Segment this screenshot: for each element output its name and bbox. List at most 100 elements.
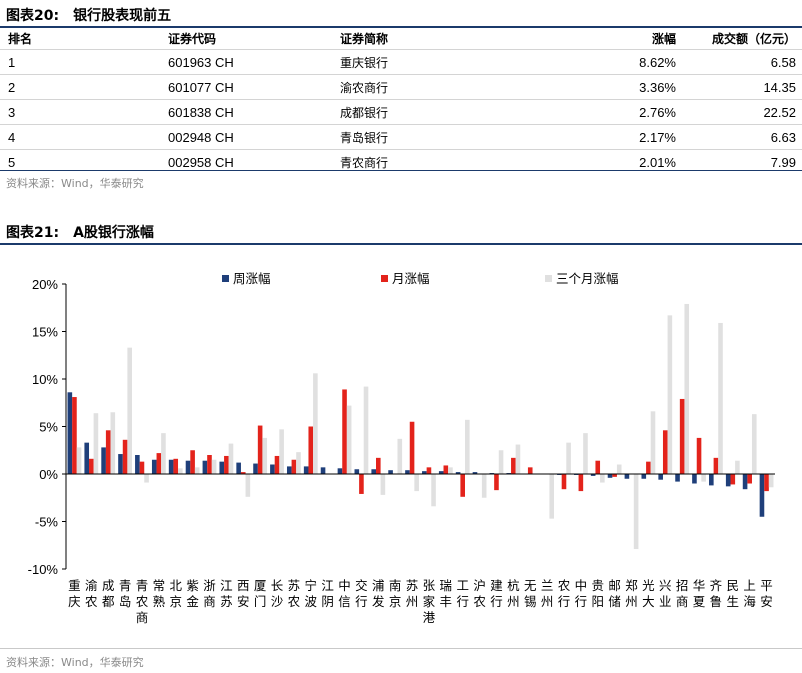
header-turnover: 成交额（亿元） <box>711 31 796 46</box>
cell-change: 3.36% <box>540 74 676 100</box>
x-tick-label: 华夏 <box>693 578 706 609</box>
bar-quarter <box>498 450 504 474</box>
bar-quarter <box>515 444 521 474</box>
bar-quarter <box>633 474 639 550</box>
bar-month <box>122 439 128 474</box>
x-tick-label: 苏州 <box>406 578 419 609</box>
header-change: 涨幅 <box>651 31 676 46</box>
y-tick-label: -10% <box>28 562 59 577</box>
bar-quarter <box>313 373 318 474</box>
bar-month <box>662 430 668 474</box>
cell-name: 渝农商行 <box>340 74 540 100</box>
x-tick-label: 交行 <box>355 578 368 609</box>
legend-swatch <box>222 275 229 282</box>
bar-month <box>274 455 280 474</box>
bar-week <box>337 468 343 474</box>
bar-month <box>257 425 263 474</box>
bar-month <box>730 474 736 485</box>
bar-quarter <box>701 474 706 482</box>
header-name: 证券简称 <box>340 31 389 46</box>
x-tick-label: 江阴 <box>321 578 334 609</box>
chart-caption: 图表21: A股银行涨幅 <box>6 222 154 242</box>
y-tick-label: 15% <box>32 325 58 340</box>
bar-quarter <box>178 468 183 474</box>
bar-month <box>679 398 685 474</box>
bank-returns-bar-chart: 20%15%10%5%0%-5%-10%重庆渝农成都青岛青农商常熟北京紫金浙商江… <box>28 271 775 625</box>
bar-week <box>185 460 191 474</box>
bar-month <box>561 474 567 490</box>
bar-month <box>359 474 364 494</box>
cell-code: 002948 CH <box>168 124 340 150</box>
cell-change: 8.62% <box>540 49 676 75</box>
bar-week <box>405 470 410 474</box>
bar-month <box>291 459 297 474</box>
x-tick-label: 浙商 <box>203 578 216 609</box>
bar-month <box>511 457 516 474</box>
x-tick-label: 兰州 <box>541 578 554 609</box>
bar-quarter <box>650 411 656 474</box>
bar-quarter <box>296 452 301 474</box>
bar-quarter <box>566 442 571 474</box>
bar-week <box>270 464 275 474</box>
bar-month <box>713 457 719 474</box>
bar-week <box>709 474 714 486</box>
table-row: 1 601963 CH 重庆银行 8.62% 6.58 <box>0 49 802 75</box>
bar-month <box>696 437 702 474</box>
ranking-table: 排名 证券代码 证券简称 涨幅 成交额（亿元） 1 601963 CH 重庆银行… <box>0 27 802 174</box>
bar-quarter <box>346 405 352 474</box>
x-tick-label: 江苏 <box>220 578 233 609</box>
bar-quarter <box>110 412 116 474</box>
bar-week <box>135 455 140 474</box>
table-row: 4 002948 CH 青岛银行 2.17% 6.63 <box>0 124 802 150</box>
bar-week <box>84 442 90 474</box>
chart-source-note: 资料来源：Wind，华泰研究 <box>6 656 144 669</box>
cell-turnover: 22.52 <box>676 99 802 125</box>
chart-caption-label: 图表21: <box>6 225 60 241</box>
x-tick-label: 宁波 <box>305 578 318 609</box>
y-tick-label: 5% <box>39 420 58 435</box>
bar-quarter <box>465 419 470 474</box>
y-tick-label: 20% <box>32 277 58 292</box>
bar-week <box>303 466 309 474</box>
bar-week <box>168 459 174 474</box>
bar-month <box>764 474 769 492</box>
cell-name: 成都银行 <box>340 99 540 125</box>
bar-week <box>692 474 697 484</box>
x-tick-label: 齐鲁 <box>710 578 723 609</box>
bar-week <box>742 474 748 490</box>
x-tick-label: 长沙 <box>271 578 284 609</box>
bar-week <box>101 447 106 474</box>
bar-week <box>253 463 258 474</box>
x-tick-label: 平安 <box>760 578 773 609</box>
bar-week <box>675 474 680 482</box>
x-tick-label: 民生 <box>727 578 740 609</box>
bar-week <box>151 459 157 474</box>
bar-quarter <box>583 433 588 474</box>
bar-week <box>202 460 208 474</box>
bar-quarter <box>600 474 605 483</box>
bar-week <box>320 467 326 474</box>
bar-month <box>409 421 415 474</box>
bar-quarter <box>667 315 673 474</box>
bar-quarter <box>448 467 453 474</box>
bar-quarter <box>144 474 149 483</box>
bar-month <box>578 474 584 492</box>
legend-label: 三个月涨幅 <box>556 271 619 286</box>
table-row: 2 601077 CH 渝农商行 3.36% 14.35 <box>0 74 802 100</box>
bar-quarter <box>211 459 217 474</box>
legend-label: 月涨幅 <box>392 271 430 286</box>
bar-month <box>494 474 499 491</box>
bar-week <box>118 454 123 474</box>
x-tick-label: 南京 <box>389 578 402 609</box>
bar-quarter <box>481 474 487 498</box>
bar-week <box>624 474 630 479</box>
x-tick-label: 青岛 <box>119 578 132 609</box>
cell-turnover: 6.58 <box>676 49 802 75</box>
x-tick-label: 郑州 <box>625 578 638 609</box>
cell-change: 2.17% <box>540 124 676 150</box>
x-tick-label: 光大 <box>642 578 655 609</box>
bar-month <box>308 426 314 474</box>
table-caption: 图表20: 银行股表现前五 <box>6 5 171 25</box>
x-tick-label: 苏农 <box>288 578 301 609</box>
bar-week <box>725 474 731 487</box>
